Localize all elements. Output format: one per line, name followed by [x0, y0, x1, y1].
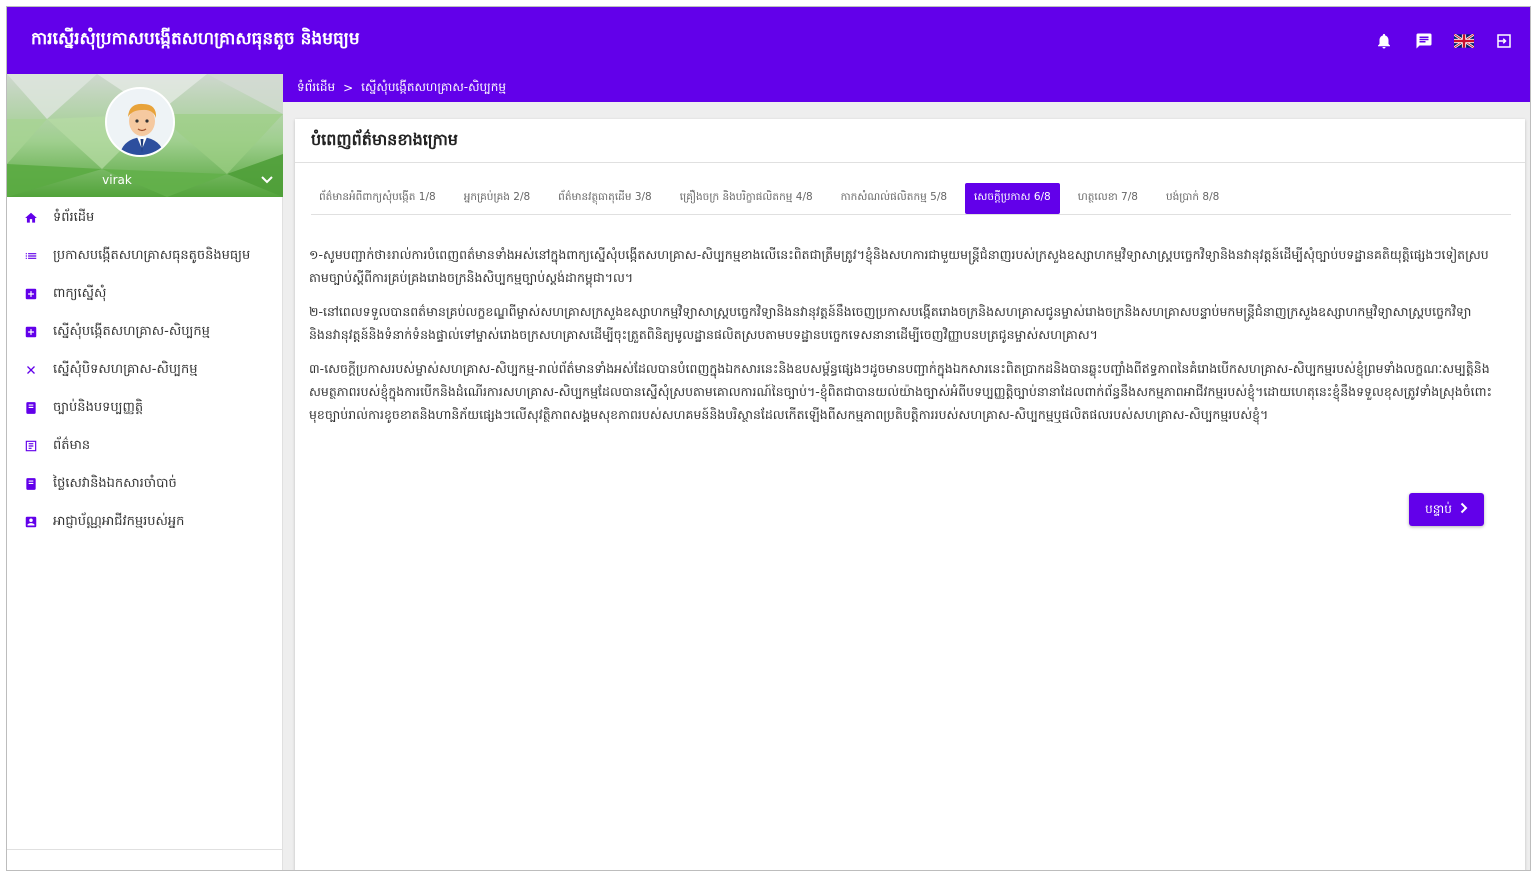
username: virak [102, 173, 132, 187]
top-actions [1374, 31, 1514, 51]
tab-manager[interactable]: អ្នកគ្រប់គ្រង 2/8 [464, 185, 530, 212]
book-icon [23, 476, 39, 492]
tab-raw-materials[interactable]: ព័ត៌មានវត្ថុធាតុដើម 3/8 [558, 185, 652, 212]
avatar[interactable] [105, 87, 175, 157]
sidebar-item-home[interactable]: ទំព័រដើម [7, 199, 282, 237]
tab-application-info[interactable]: ព័ត៌មានអំពីពាក្យសុំបង្កើត 1/8 [319, 185, 436, 212]
sidebar-item-close-enterprise[interactable]: ស្នើសុំបិទសហគ្រាស-សិប្បកម្ម [7, 351, 282, 389]
tab-signature[interactable]: ហត្ថលេខា 7/8 [1078, 185, 1138, 212]
profile-header: virak [7, 74, 283, 197]
sidebar-item-news[interactable]: ព័ត៌មាន [7, 427, 282, 465]
chevron-right-icon [1460, 502, 1468, 517]
step-tabs: ព័ត៌មានអំពីពាក្យសុំបង្កើត 1/8 អ្នកគ្រប់គ… [311, 183, 1511, 215]
sidebar: virak ទំព័រដើម ប្រកាសបង្កើតសហគ្រាសធុនតូច… [7, 74, 283, 870]
sidebar-item-create-enterprise[interactable]: ស្នើសុំបង្កើតសហគ្រាស-សិប្បកម្ម [7, 313, 282, 351]
app-title: ការស្នើរសុំប្រកាសបង្កើតសហគ្រាសធុនតូច និង… [31, 29, 360, 49]
sidebar-item-fees-documents[interactable]: ថ្លៃសេវានិងឯកសារចាំបាច់ [7, 465, 282, 503]
next-button[interactable]: បន្ទាប់ [1409, 493, 1484, 526]
tab-machinery[interactable]: គ្រឿងចក្រ និងបរិក្ខាផលិតកម្ម 4/8 [680, 185, 813, 212]
chat-icon[interactable] [1414, 31, 1434, 51]
next-button-label: បន្ទាប់ [1425, 501, 1452, 516]
sidebar-item-label: ព័ត៌មាន [53, 437, 91, 453]
sidebar-divider [7, 849, 283, 850]
badge-icon [23, 514, 39, 530]
sidebar-item-label: ទំព័រដើម [53, 209, 95, 225]
breadcrumb: ទំព័រដើម > ស្នើសុំបង្កើតសហគ្រាស-សិប្បកម្… [283, 74, 1530, 102]
list-icon [23, 248, 39, 264]
home-icon [23, 210, 39, 226]
sidebar-nav: ទំព័រដើម ប្រកាសបង្កើតសហគ្រាសធុនតូចនិងមធ្… [7, 197, 282, 541]
declaration-paragraph: ៣-សេចក្តីប្រកាសរបស់ម្ចាស់សហគ្រាស-សិប្បកម… [309, 361, 1493, 422]
tab-waste[interactable]: កាកសំណល់ផលិតកម្ម 5/8 [841, 185, 947, 212]
app-window: ការស្នើរសុំប្រកាសបង្កើតសហគ្រាសធុនតូច និង… [6, 6, 1531, 871]
sidebar-item-label: ថ្លៃសេវានិងឯកសារចាំបាច់ [53, 475, 177, 491]
close-icon [23, 362, 39, 378]
sidebar-item-label: ច្បាប់និងបទប្បញ្ញត្តិ [53, 399, 144, 415]
breadcrumb-separator: > [343, 81, 354, 95]
breadcrumb-home-link[interactable]: ទំព័រដើម [297, 79, 335, 97]
declaration-content: ១-សូមបញ្ជាក់ថា៖រាល់ការបំពេញពត៌មានទាំងអស់… [309, 243, 1505, 437]
breadcrumb-current: ស្នើសុំបង្កើតសហគ្រាស-សិប្បកម្ម [361, 80, 506, 94]
sidebar-item-sme-announcement[interactable]: ប្រកាសបង្កើតសហគ្រាសធុនតូចនិងមធ្យម [7, 237, 282, 275]
sidebar-item-label: ប្រកាសបង្កើតសហគ្រាសធុនតូចនិងមធ្យម [53, 247, 251, 263]
declaration-paragraph: ២-នៅពេលទទួលបានពត៌មានគ្រប់លក្ខខណ្ឌពីម្ចាស… [309, 304, 1472, 342]
uk-flag-icon[interactable] [1454, 31, 1474, 51]
add-box-icon [23, 286, 39, 302]
card-title: បំពេញព័ត៌មានខាងក្រោម [295, 119, 1525, 163]
form-card: បំពេញព័ត៌មានខាងក្រោម ព័ត៌មានអំពីពាក្យសុំ… [295, 119, 1525, 870]
tab-payment[interactable]: បង់ប្រាក់ 8/8 [1166, 185, 1219, 212]
bell-icon[interactable] [1374, 31, 1394, 51]
add-box-icon [23, 324, 39, 340]
top-app-bar: ការស្នើរសុំប្រកាសបង្កើតសហគ្រាសធុនតូច និង… [7, 7, 1530, 74]
chevron-down-icon[interactable] [261, 174, 273, 187]
book-icon [23, 400, 39, 416]
sidebar-item-label: ស្នើសុំបិទសហគ្រាស-សិប្បកម្ម [53, 361, 198, 377]
news-icon [23, 438, 39, 454]
sidebar-item-label: អាជ្ញាប័ណ្ណអាជីវកម្មរបស់អ្នក [53, 513, 185, 529]
logout-icon[interactable] [1494, 31, 1514, 51]
tab-declaration[interactable]: សេចក្តីប្រកាស 6/8 [965, 183, 1060, 214]
sidebar-item-application[interactable]: ពាក្យស្នើសុំ [7, 275, 282, 313]
sidebar-item-laws[interactable]: ច្បាប់និងបទប្បញ្ញត្តិ [7, 389, 282, 427]
sidebar-item-label: ស្នើសុំបង្កើតសហគ្រាស-សិប្បកម្ម [53, 323, 210, 339]
declaration-paragraph: ១-សូមបញ្ជាក់ថា៖រាល់ការបំពេញពត៌មានទាំងអស់… [309, 247, 1489, 285]
sidebar-item-your-license[interactable]: អាជ្ញាប័ណ្ណអាជីវកម្មរបស់អ្នក [7, 503, 282, 541]
sidebar-item-label: ពាក្យស្នើសុំ [53, 285, 107, 301]
